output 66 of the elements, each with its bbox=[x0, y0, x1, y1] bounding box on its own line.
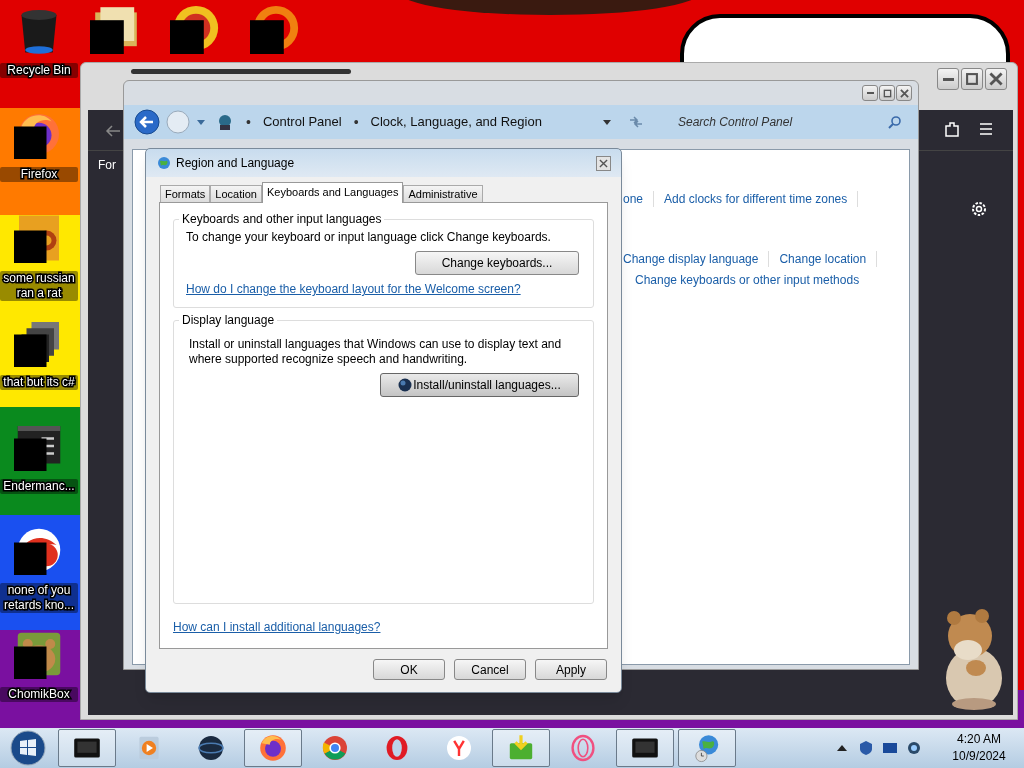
globe-icon bbox=[156, 155, 172, 171]
tab[interactable]: Location bbox=[210, 185, 262, 202]
maximize-button[interactable] bbox=[879, 85, 895, 101]
minimize-button[interactable] bbox=[937, 68, 959, 90]
speaker-icon[interactable] bbox=[906, 740, 922, 756]
tab[interactable]: Formats bbox=[160, 185, 211, 202]
dialog-button[interactable]: OK bbox=[373, 659, 445, 680]
search-field[interactable]: Search Control Panel bbox=[658, 110, 908, 134]
task-link[interactable]: Change display language bbox=[623, 250, 759, 268]
instruction-text: To change your keyboard or input language click Change keyboards. bbox=[186, 230, 552, 245]
maximize-icon bbox=[965, 72, 979, 86]
fox-icon bbox=[257, 732, 289, 764]
task-link[interactable]: one bbox=[623, 190, 644, 208]
icon-label[interactable]: ChomikBox bbox=[0, 687, 78, 702]
globe-icon bbox=[398, 378, 413, 392]
icon-label[interactable]: Firefox bbox=[0, 167, 78, 182]
minimize-button[interactable] bbox=[862, 85, 878, 101]
control-panel-icon bbox=[216, 113, 234, 131]
settings-icon[interactable] bbox=[970, 200, 988, 218]
breadcrumb-item[interactable]: Clock, Language, and Region bbox=[370, 112, 542, 132]
help-link[interactable]: How do I change the keyboard layout for the Welcome screen? bbox=[186, 280, 521, 298]
breadcrumb-separator[interactable]: • bbox=[353, 111, 359, 133]
monitor-icon[interactable] bbox=[882, 740, 898, 756]
close-button[interactable] bbox=[985, 68, 1007, 90]
group-title: Keyboards and other input languages bbox=[179, 211, 385, 227]
clock-time[interactable]: 4:20 AM bbox=[957, 731, 1001, 748]
maximize-icon bbox=[882, 88, 892, 98]
close-button[interactable] bbox=[596, 155, 611, 171]
help-link[interactable]: How can I install additional languages? bbox=[173, 618, 381, 636]
change-keyboards-button[interactable]: Change keyboards... bbox=[415, 251, 579, 275]
taskbar-button[interactable] bbox=[244, 729, 302, 767]
clock-date[interactable]: 10/9/2024 bbox=[952, 748, 1006, 765]
dialog-button[interactable]: Apply bbox=[535, 659, 607, 680]
dropdown-icon[interactable] bbox=[196, 117, 206, 127]
icon-label[interactable]: none of you retards kno... bbox=[0, 583, 78, 613]
close-icon bbox=[989, 72, 1003, 86]
task-link[interactable]: Add clocks for different time zones bbox=[664, 190, 848, 208]
start-button[interactable] bbox=[9, 729, 47, 767]
breadcrumb-item[interactable]: Control Panel bbox=[262, 112, 342, 132]
icon-label[interactable]: Endermanc... bbox=[0, 479, 78, 494]
taskbar-button[interactable] bbox=[58, 729, 116, 767]
shield-icon[interactable] bbox=[858, 740, 874, 756]
puzzle-icon[interactable] bbox=[943, 120, 961, 138]
maximize-button[interactable] bbox=[961, 68, 983, 90]
task-link[interactable]: Change location bbox=[779, 250, 867, 268]
taskbar-button[interactable] bbox=[616, 729, 674, 767]
breadcrumb-separator[interactable]: • bbox=[246, 111, 251, 133]
icon-label[interactable]: Recycle Bin bbox=[0, 63, 78, 78]
install-languages-button[interactable]: Install/uninstall languages... bbox=[380, 373, 579, 397]
group-title: Display language bbox=[179, 312, 278, 328]
tab[interactable]: Administrative bbox=[403, 185, 483, 202]
task-link[interactable]: Change keyboards or other input methods bbox=[635, 271, 860, 289]
search-icon[interactable] bbox=[888, 115, 902, 129]
close-icon bbox=[899, 88, 909, 98]
close-button[interactable] bbox=[896, 85, 912, 101]
search-placeholder: Search Control Panel bbox=[678, 114, 794, 131]
tab[interactable]: Keyboards and Languages bbox=[261, 182, 404, 203]
minimize-icon bbox=[942, 77, 954, 81]
dialog-title: Region and Language bbox=[176, 155, 296, 172]
back-button[interactable] bbox=[134, 109, 160, 135]
menu-icon[interactable] bbox=[978, 121, 994, 137]
minimize-icon bbox=[866, 92, 874, 94]
description-text: Install or uninstall languages that Windows can use to display text and where supported recognize speech and handwriting. bbox=[189, 337, 563, 367]
dropdown-icon[interactable] bbox=[602, 117, 612, 127]
dialog-button[interactable]: Cancel bbox=[454, 659, 526, 680]
page-text: For bbox=[98, 157, 116, 174]
